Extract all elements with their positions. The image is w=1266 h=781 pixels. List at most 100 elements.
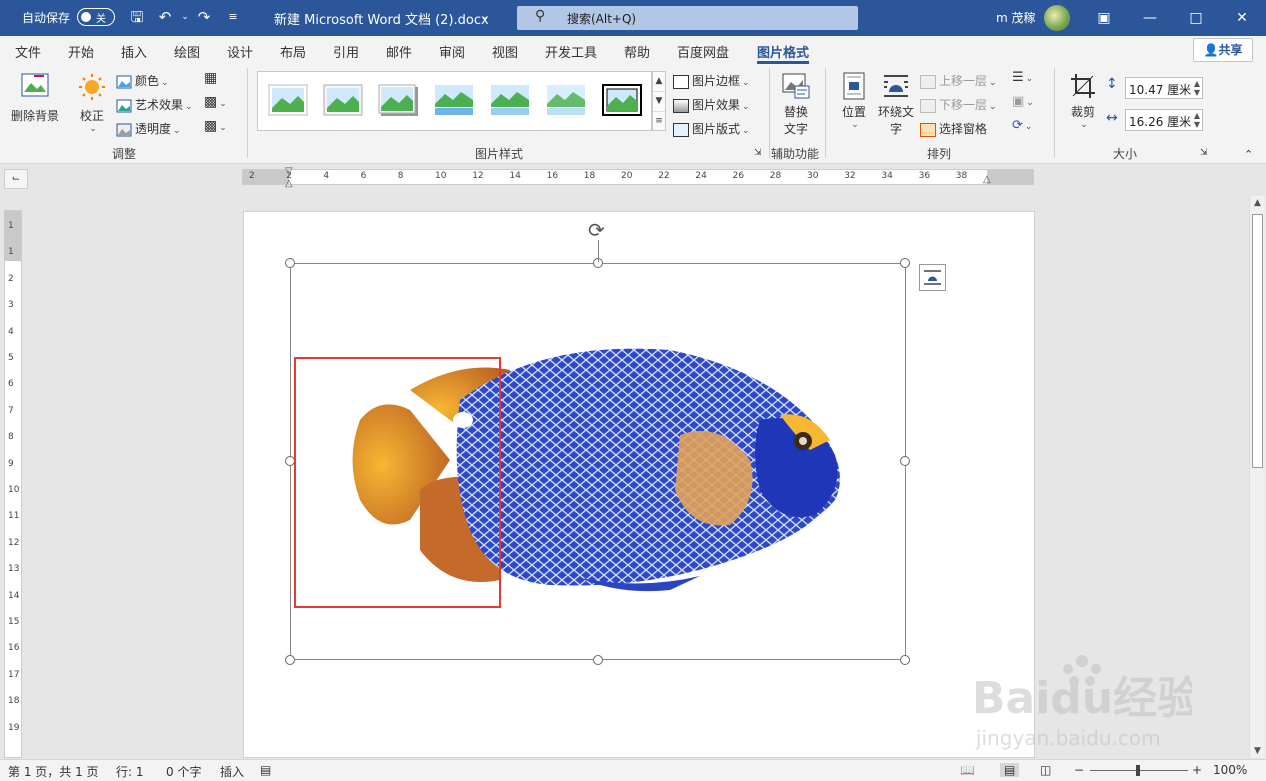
collapse-ribbon-icon[interactable]: ⌃	[1244, 148, 1253, 161]
document-title[interactable]: 新建 Microsoft Word 文档 (2).docx	[274, 9, 489, 28]
rotate-handle-icon[interactable]: ⟳	[588, 218, 605, 242]
style-thick-black-frame[interactable]	[602, 84, 642, 116]
resize-handle-bottom-left[interactable]	[285, 655, 295, 665]
user-name[interactable]: m 茂稼	[996, 9, 1036, 26]
right-indent-icon[interactable]: △	[983, 174, 991, 185]
web-layout-icon[interactable]: ◫	[1040, 763, 1051, 777]
tab-baidu-netdisk[interactable]: 百度网盘	[677, 42, 729, 61]
resize-handle-right[interactable]	[900, 456, 910, 466]
align-icon[interactable]: ☰ ⌄	[1012, 70, 1033, 85]
picture-layout-button[interactable]: 图片版式 ⌄	[673, 120, 750, 137]
zoom-in-icon[interactable]: +	[1192, 763, 1202, 777]
first-line-indent-icon[interactable]: ▽	[285, 166, 293, 177]
wrap-text-button[interactable]: 环绕文 字	[877, 72, 915, 137]
tab-mailings[interactable]: 邮件	[386, 42, 412, 61]
autosave-toggle[interactable]: 关	[77, 8, 115, 26]
gallery-down-icon[interactable]: ▼	[653, 92, 665, 112]
scroll-up-icon[interactable]: ▲	[1250, 198, 1265, 208]
alt-text-button[interactable]: 替换 文字	[779, 72, 813, 137]
dialog-launcher-icon[interactable]: ⇲	[1200, 148, 1208, 158]
remove-background-button[interactable]: 删除背景	[8, 72, 62, 132]
resize-handle-top-right[interactable]	[900, 258, 910, 268]
send-backward-button[interactable]: 下移一层 ⌄	[920, 96, 997, 113]
style-simple-frame[interactable]	[268, 84, 308, 116]
customize-toolbar-icon[interactable]: ≡	[224, 8, 242, 26]
vertical-ruler[interactable]: 1 1 2 3 4 5 6 7 8 9 10 11 12 13 14 15 16 17 18 19	[4, 210, 22, 758]
share-button[interactable]: 👤共享	[1193, 38, 1253, 62]
tab-home[interactable]: 开始	[68, 42, 94, 61]
scroll-down-icon[interactable]: ▼	[1250, 746, 1265, 756]
style-soft-oval[interactable]	[546, 84, 586, 116]
selection-pane-button[interactable]: 选择窗格	[920, 120, 987, 137]
style-soft-edge[interactable]	[490, 84, 530, 116]
color-button[interactable]: 颜色 ⌄	[116, 72, 169, 89]
undo-dropdown-icon[interactable]: ⌄	[176, 8, 194, 26]
tab-references[interactable]: 引用	[333, 42, 359, 61]
layout-options-button[interactable]	[919, 264, 946, 291]
tab-insert[interactable]: 插入	[121, 42, 147, 61]
tab-picture-format[interactable]: 图片格式	[757, 42, 809, 61]
minimize-icon[interactable]: —	[1138, 6, 1162, 30]
insert-mode[interactable]: 插入	[220, 763, 244, 780]
line-number[interactable]: 行: 1	[116, 763, 144, 780]
avatar[interactable]	[1044, 5, 1070, 31]
read-mode-icon[interactable]: 📖	[960, 763, 975, 777]
crop-button[interactable]: 裁剪 ⌄	[1068, 72, 1098, 130]
gallery-scroll[interactable]: ▲ ▼ ≡	[652, 71, 666, 131]
zoom-slider-thumb[interactable]	[1136, 765, 1140, 776]
tab-developer[interactable]: 开发工具	[545, 42, 597, 61]
change-picture-icon[interactable]: ▩ ⌄	[204, 94, 227, 110]
zoom-level[interactable]: 100%	[1213, 763, 1247, 777]
height-spinner-icon[interactable]: ▲ ▼	[1194, 79, 1200, 97]
tab-view[interactable]: 视图	[492, 42, 518, 61]
close-icon[interactable]: ✕	[1230, 6, 1254, 30]
width-input[interactable]: 16.26 厘米 ▲ ▼	[1125, 109, 1203, 131]
tab-file[interactable]: 文件	[15, 42, 41, 61]
position-button[interactable]: 位置 ⌄	[838, 72, 870, 130]
word-count[interactable]: 0 个字	[166, 763, 201, 780]
picture-border-button[interactable]: 图片边框 ⌄	[673, 72, 750, 89]
compress-pictures-icon[interactable]: ▦	[204, 70, 217, 86]
print-layout-icon[interactable]: ▤	[1000, 763, 1020, 777]
gallery-more-icon[interactable]: ≡	[653, 112, 665, 132]
style-reflected[interactable]	[434, 84, 474, 116]
search-box[interactable]: ⚲ 搜索(Alt+Q)	[517, 6, 858, 30]
redo-icon[interactable]: ↷	[195, 8, 213, 26]
tab-help[interactable]: 帮助	[624, 42, 650, 61]
resize-handle-bottom-right[interactable]	[900, 655, 910, 665]
undo-icon[interactable]: ↶	[156, 8, 174, 26]
artistic-effects-button[interactable]: 艺术效果 ⌄	[116, 96, 193, 113]
rotate-icon[interactable]: ⟳ ⌄	[1012, 118, 1032, 133]
macro-recording-icon[interactable]: ▤	[260, 763, 271, 777]
title-dropdown-icon[interactable]: ⌄	[476, 8, 494, 26]
group-objects-icon[interactable]: ▣ ⌄	[1012, 94, 1034, 109]
bring-forward-button[interactable]: 上移一层 ⌄	[920, 72, 997, 89]
scroll-thumb[interactable]	[1252, 214, 1263, 468]
hanging-indent-icon[interactable]: △	[285, 178, 293, 189]
tab-selector[interactable]: ⌙	[4, 169, 28, 189]
artistic-effects-label: 艺术效果	[135, 98, 184, 112]
resize-handle-bottom[interactable]	[593, 655, 603, 665]
maximize-icon[interactable]: □	[1184, 6, 1208, 30]
transparency-button[interactable]: 透明度 ⌄	[116, 120, 181, 137]
tab-draw[interactable]: 绘图	[174, 42, 200, 61]
horizontal-ruler[interactable]: 2 2 4 6 8 10 12 14 16 18 20 22 24 26 28 30 32 34 36 38 ▽ △ …	[242, 166, 1034, 189]
style-drop-shadow[interactable]	[378, 84, 418, 116]
style-beveled[interactable]	[323, 84, 363, 116]
page-count[interactable]: 第 1 页，共 1 页	[8, 763, 99, 780]
tab-layout[interactable]: 布局	[280, 42, 306, 61]
ribbon-display-icon[interactable]: ▣	[1092, 6, 1116, 30]
tab-design[interactable]: 设计	[227, 42, 253, 61]
zoom-out-icon[interactable]: −	[1074, 763, 1084, 777]
vertical-scrollbar[interactable]: ▲ ▼	[1249, 196, 1265, 758]
reset-picture-icon[interactable]: ▩ ⌄	[204, 118, 227, 134]
width-spinner-icon[interactable]: ▲ ▼	[1194, 111, 1200, 129]
height-input[interactable]: 10.47 厘米 ▲ ▼	[1125, 77, 1203, 99]
dialog-launcher-icon[interactable]: ⇲	[754, 148, 762, 158]
tab-review[interactable]: 审阅	[439, 42, 465, 61]
corrections-button[interactable]: 校正 ⌄	[76, 72, 108, 142]
gallery-up-icon[interactable]: ▲	[653, 72, 665, 92]
save-icon[interactable]: 🖫	[128, 8, 146, 26]
resize-handle-top-left[interactable]	[285, 258, 295, 268]
picture-effects-button[interactable]: 图片效果 ⌄	[673, 96, 750, 113]
